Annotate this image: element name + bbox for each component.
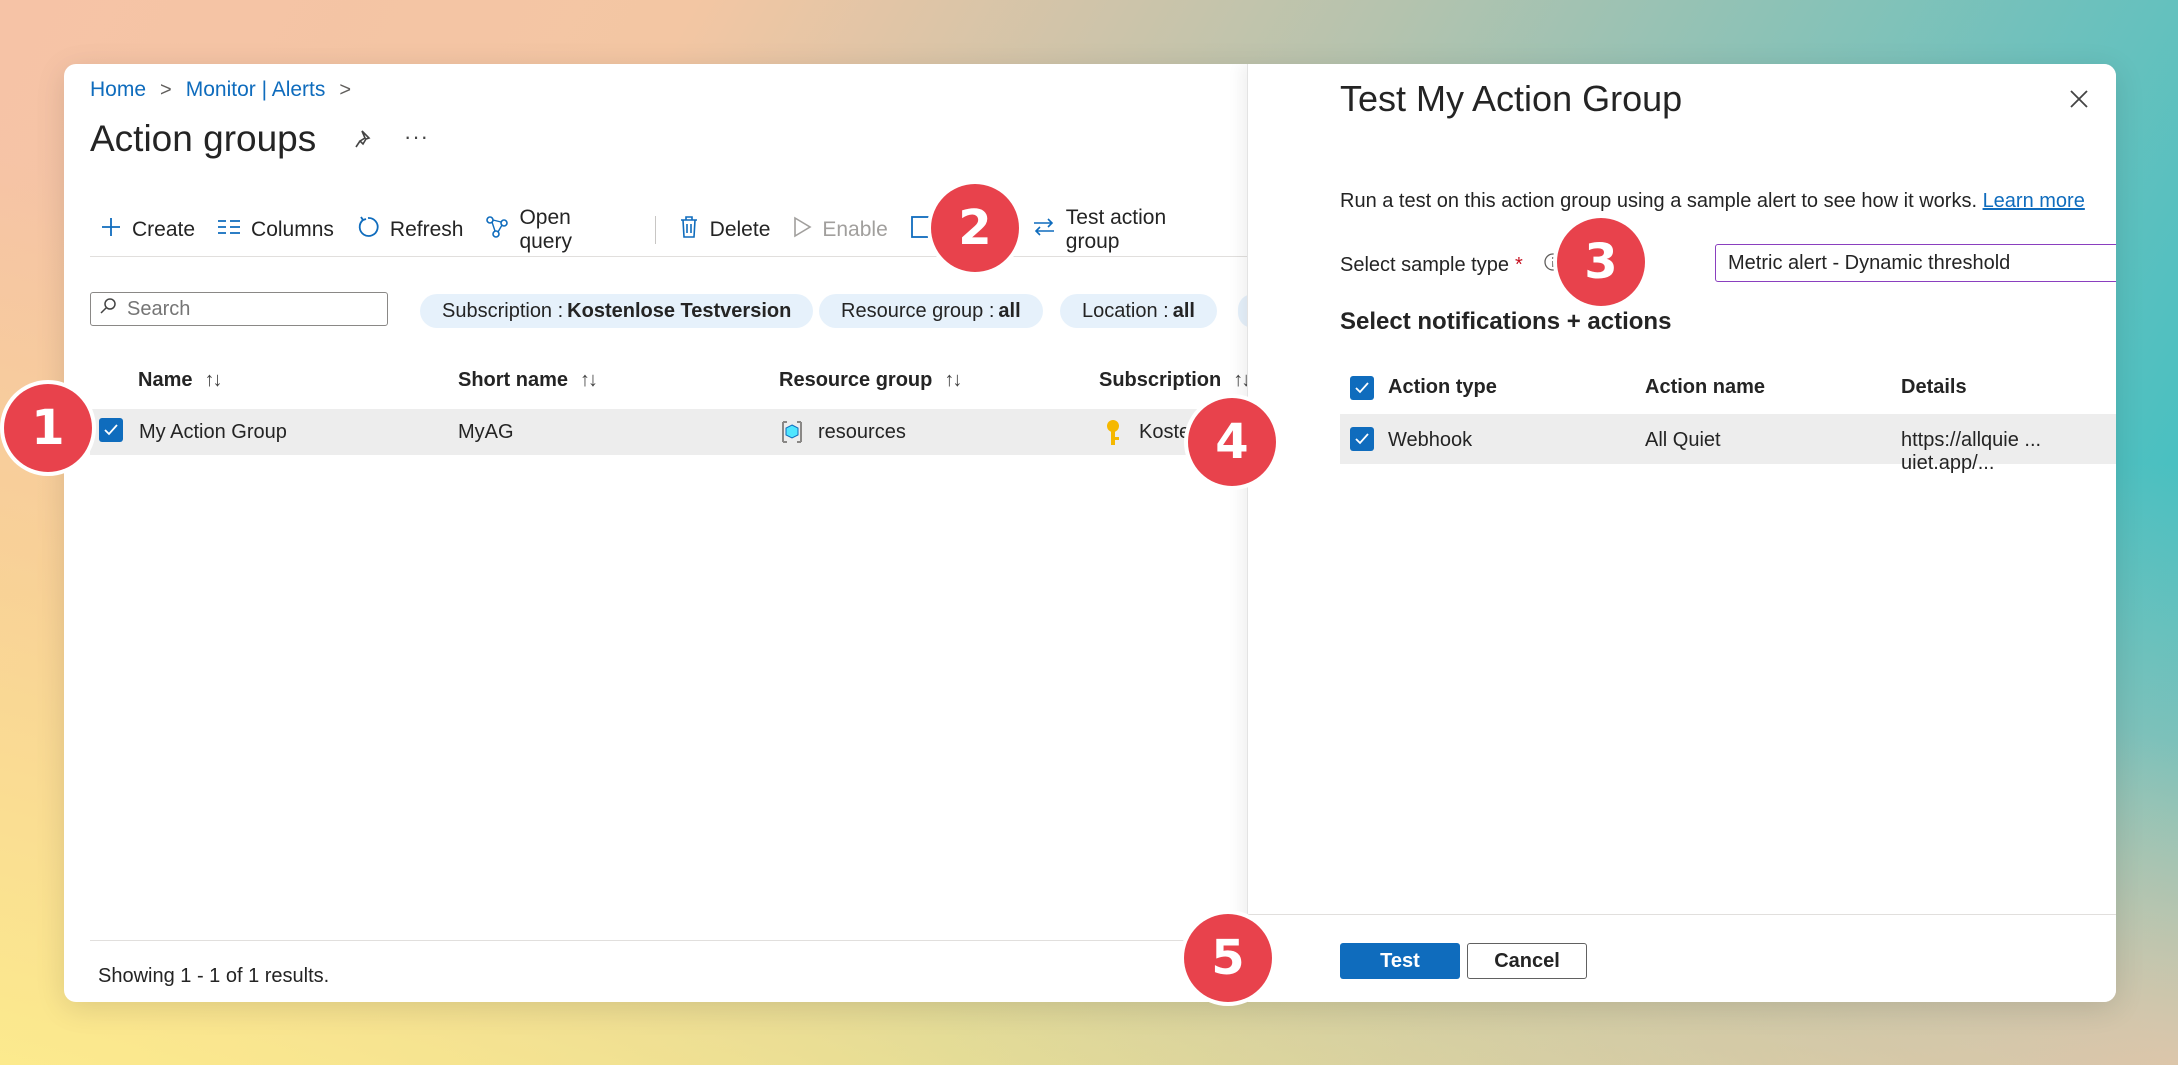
action-groups-blade: Home > Monitor | Alerts > Action groups … [64, 64, 1268, 1002]
section-title: Select notifications + actions [1340, 308, 1672, 335]
step-marker-4: 4 [1188, 398, 1276, 486]
columns-icon [217, 217, 241, 243]
test-action-group-panel: Test My Action Group Run a test on this … [1247, 64, 2116, 1002]
column-header-subscription[interactable]: Subscription ↑↓ [1099, 369, 1251, 392]
results-count: Showing 1 - 1 of 1 results. [98, 965, 330, 987]
azure-portal-window: Home > Monitor | Alerts > Action groups … [64, 64, 2116, 1002]
filter-subscription-value: Kostenlose Testversion [567, 299, 792, 322]
row-short-name: MyAG [458, 421, 514, 443]
filter-resource-group[interactable]: Resource group : all [819, 294, 1043, 328]
select-all-checkbox[interactable] [1350, 376, 1374, 400]
search-box[interactable] [90, 292, 388, 326]
test-action-group-button[interactable]: Test action group [1032, 206, 1225, 254]
column-header-action-type: Action type [1388, 376, 1497, 398]
column-header-short-name[interactable]: Short name ↑↓ [458, 369, 598, 392]
chevron-right-icon: > [339, 78, 352, 101]
breadcrumb-monitor-alerts[interactable]: Monitor | Alerts [186, 78, 326, 102]
toolbar-divider [654, 216, 656, 244]
filter-subscription[interactable]: Subscription : Kostenlose Testversion [420, 294, 814, 328]
chevron-right-icon: > [160, 78, 172, 101]
query-icon [485, 215, 509, 245]
sort-icon: ↑↓ [580, 369, 598, 391]
search-input[interactable] [125, 296, 369, 322]
sample-type-label-text: Select sample type [1340, 253, 1509, 276]
resource-group-icon [779, 419, 805, 450]
row-name-link[interactable]: My Action Group [139, 421, 287, 444]
filter-resource-group-value: all [998, 299, 1021, 322]
column-header-short-name-label: Short name [458, 369, 569, 391]
sort-icon: ↑↓ [944, 369, 962, 391]
refresh-label: Refresh [389, 218, 464, 241]
page-title: Action groups [90, 118, 317, 159]
delete-button[interactable]: Delete [678, 215, 771, 245]
column-header-action-name: Action name [1645, 376, 1766, 398]
step-marker-5: 5 [1184, 914, 1272, 1002]
close-icon[interactable] [2068, 88, 2090, 115]
key-icon [1104, 419, 1122, 452]
filter-resource-group-label: Resource group : [841, 299, 995, 322]
panel-footer-divider [1248, 914, 2116, 915]
sort-icon: ↑↓ [204, 369, 222, 391]
arrows-swap-icon [1032, 216, 1056, 244]
test-action-group-label: Test action group [1065, 206, 1167, 253]
toolbar: Create Columns Refresh Open query Delete [100, 206, 1247, 254]
open-query-button[interactable]: Open query [485, 206, 628, 254]
columns-label: Columns [251, 218, 334, 241]
play-icon [792, 216, 812, 244]
cancel-button[interactable]: Cancel [1467, 943, 1587, 979]
sample-type-dropdown[interactable]: Metric alert - Dynamic threshold [1715, 244, 2116, 282]
trash-icon [678, 215, 700, 245]
more-options-icon[interactable]: ··· [404, 124, 429, 150]
column-header-subscription-label: Subscription [1099, 369, 1222, 391]
checkmark-icon [1355, 433, 1369, 445]
row-checkbox[interactable] [99, 418, 123, 442]
checkmark-icon [1355, 382, 1369, 394]
row-action-name: All Quiet [1645, 429, 1721, 451]
create-button[interactable]: Create [100, 216, 195, 244]
column-header-details: Details [1901, 376, 1967, 398]
delete-label: Delete [709, 218, 771, 241]
filter-location[interactable]: Location : all [1060, 294, 1217, 328]
sample-type-label: Select sample type * [1340, 252, 1563, 278]
plus-icon [100, 216, 122, 244]
required-marker: * [1514, 253, 1523, 276]
step-marker-1: 1 [4, 384, 92, 472]
column-header-name[interactable]: Name ↑↓ [138, 369, 222, 392]
toolbar-divider-line [90, 256, 1247, 257]
pin-icon[interactable] [354, 128, 376, 155]
refresh-icon [356, 215, 380, 245]
panel-title: Test My Action Group [1340, 78, 1683, 119]
filter-subscription-label: Subscription : [442, 299, 564, 322]
enable-label: Enable [822, 218, 888, 241]
row-details: https://allquie ... uiet.app/... [1901, 429, 2042, 474]
create-label: Create [132, 218, 196, 241]
open-query-label: Open query [519, 206, 572, 253]
column-header-resource-group[interactable]: Resource group ↑↓ [779, 369, 962, 392]
test-button[interactable]: Test [1340, 943, 1460, 979]
search-icon [99, 297, 117, 321]
columns-button[interactable]: Columns [217, 217, 334, 243]
column-header-name-label: Name [138, 369, 193, 391]
step-marker-3: 3 [1557, 218, 1645, 306]
row-resource-group-link[interactable]: resources [818, 421, 906, 444]
breadcrumb: Home > Monitor | Alerts > [90, 78, 351, 102]
panel-description: Run a test on this action group using a … [1340, 190, 2085, 213]
row-checkbox[interactable] [1350, 427, 1374, 451]
sample-type-value: Metric alert - Dynamic threshold [1728, 251, 2011, 274]
filter-location-label: Location : [1082, 299, 1169, 322]
refresh-button[interactable]: Refresh [356, 215, 464, 245]
checkmark-icon [104, 424, 118, 436]
column-header-resource-group-label: Resource group [779, 369, 933, 391]
panel-description-text: Run a test on this action group using a … [1340, 190, 1983, 212]
filter-location-value: all [1172, 299, 1195, 322]
row-action-type: Webhook [1388, 429, 1473, 451]
breadcrumb-home[interactable]: Home [90, 78, 146, 102]
learn-more-link[interactable]: Learn more [1983, 190, 2085, 212]
footer-divider [90, 940, 1247, 941]
enable-button[interactable]: Enable [792, 216, 888, 244]
step-marker-2: 2 [931, 184, 1019, 272]
